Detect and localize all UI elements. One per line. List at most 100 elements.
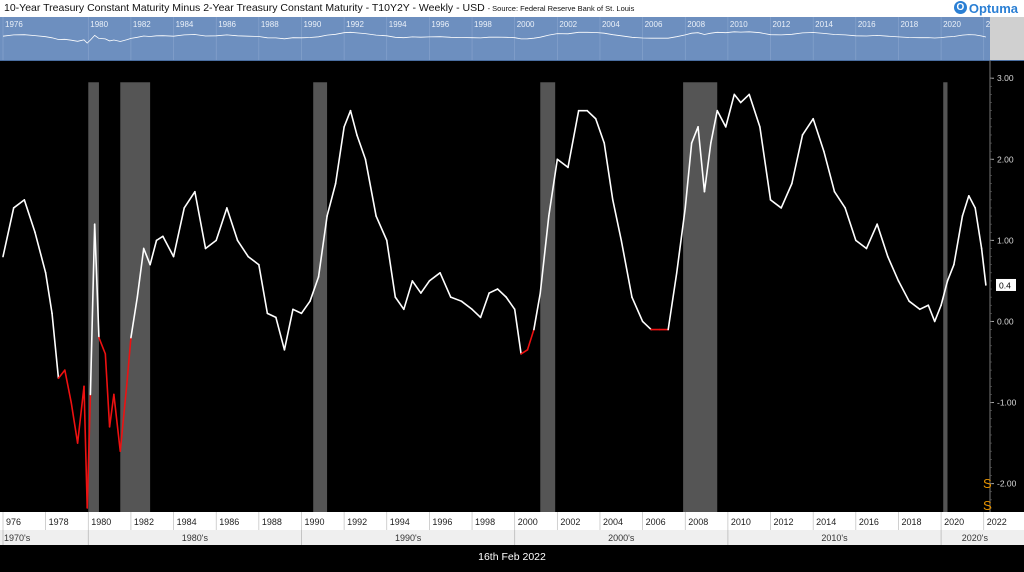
navigator-tick-label: 2020 <box>943 20 961 29</box>
series-segment <box>865 223 878 250</box>
decade-label: 1980's <box>182 533 209 543</box>
series-segment <box>70 401 79 444</box>
series-segment <box>411 280 422 294</box>
series-segment <box>918 304 930 311</box>
series-segment <box>908 300 921 311</box>
decade-label: 2010's <box>821 533 848 543</box>
series-segment <box>349 109 358 136</box>
series-segment <box>439 272 452 298</box>
series-segment <box>326 182 337 217</box>
series-segment <box>927 304 936 323</box>
series-segment <box>2 207 15 258</box>
navigator-tick-label: 2016 <box>858 20 876 29</box>
navigator-tick-label: 1994 <box>389 20 407 29</box>
series-segment <box>420 280 431 294</box>
series-segment <box>162 235 175 258</box>
series-segment <box>428 272 441 282</box>
series-segment <box>801 117 814 136</box>
y-tick-label: 3.00 <box>997 73 1014 83</box>
series-segment <box>12 199 26 209</box>
series-segment <box>974 207 983 250</box>
series-segment <box>247 255 260 266</box>
series-segment <box>520 349 529 355</box>
navigator-range-border <box>0 60 1024 61</box>
series-segment <box>183 190 196 209</box>
series-segment <box>283 308 294 351</box>
x-tick-label: 2002 <box>560 517 580 527</box>
series-segment <box>292 308 303 315</box>
series-segment <box>769 199 782 209</box>
x-tick-label: 1982 <box>134 517 154 527</box>
series-segment <box>34 231 47 274</box>
x-tick-label: 2014 <box>816 517 836 527</box>
navigator-tick-label: 2002 <box>559 20 577 29</box>
series-segment <box>620 239 633 298</box>
series-segment <box>594 117 606 144</box>
navigator-tick-label: 2000 <box>517 20 535 29</box>
series-segment <box>194 190 207 250</box>
series-segment <box>113 393 122 452</box>
navigator-tick-label: 2012 <box>773 20 791 29</box>
x-tick-label: 2018 <box>901 517 921 527</box>
series-segment <box>886 255 900 282</box>
recession-band <box>313 82 328 513</box>
series-segment <box>748 93 761 128</box>
overlay-s-1: S <box>983 476 992 491</box>
navigator-tick-label: 1990 <box>303 20 321 29</box>
x-tick-label: 2004 <box>603 517 623 527</box>
series-segment <box>471 308 482 319</box>
series-segment <box>631 296 644 323</box>
navigator-scroll-handle[interactable] <box>990 17 1024 60</box>
navigator-tick-label: 1996 <box>431 20 449 29</box>
spread-series <box>2 93 987 509</box>
navigator-tick-label: 1998 <box>474 20 492 29</box>
navigator-tick-label: 2018 <box>900 20 918 29</box>
x-tick-label: 2020 <box>944 517 964 527</box>
series-segment <box>104 353 111 428</box>
navigator-tick-label: 1980 <box>90 20 108 29</box>
navigator-tick-label: 1982 <box>133 20 151 29</box>
series-segment <box>833 190 846 209</box>
series-segment <box>855 239 868 250</box>
decade-label: 1990's <box>395 533 422 543</box>
x-tick-label: 1978 <box>49 517 69 527</box>
x-tick-label: 976 <box>6 517 21 527</box>
series-segment <box>375 215 388 242</box>
series-segment <box>226 207 239 242</box>
decade-axis-bg <box>0 530 1024 545</box>
chart-svg[interactable]: 1976 1980 1982 1984 1986 1988 1990 1992 1994 1996… <box>0 0 1024 572</box>
last-value-label: 0.4 <box>999 280 1011 290</box>
series-segment <box>586 109 597 120</box>
x-tick-label: 2012 <box>774 517 794 527</box>
x-tick-label: 1992 <box>347 517 367 527</box>
y-tick-label: 2.00 <box>997 154 1014 164</box>
x-tick-label: 2006 <box>646 517 666 527</box>
decade-label: 2000's <box>608 533 635 543</box>
series-segment <box>258 263 269 315</box>
series-segment <box>356 134 367 161</box>
series-segment <box>733 93 742 104</box>
y-tick-label: -2.00 <box>997 479 1017 489</box>
series-segment <box>611 199 623 242</box>
series-segment <box>343 109 352 128</box>
series-segment <box>449 296 463 302</box>
series-segment <box>716 109 727 128</box>
x-tick-label: 2008 <box>688 517 708 527</box>
series-segment <box>488 288 499 294</box>
x-tick-label: 1984 <box>177 517 197 527</box>
navigator-tick-label: 2010 <box>730 20 748 29</box>
y-tick-label: 0.00 <box>997 316 1014 326</box>
series-segment <box>567 109 580 169</box>
series-segment <box>334 126 345 185</box>
series-segment <box>83 385 89 509</box>
navigator-tick-label: 2008 <box>687 20 705 29</box>
series-segment <box>64 369 73 404</box>
series-segment <box>23 199 36 234</box>
series-segment <box>724 93 736 128</box>
series-segment <box>149 239 158 266</box>
series-segment <box>57 369 66 380</box>
series-segment <box>300 300 311 315</box>
recession-bands <box>88 82 948 513</box>
series-segment <box>403 280 414 311</box>
series-segment <box>961 194 970 217</box>
